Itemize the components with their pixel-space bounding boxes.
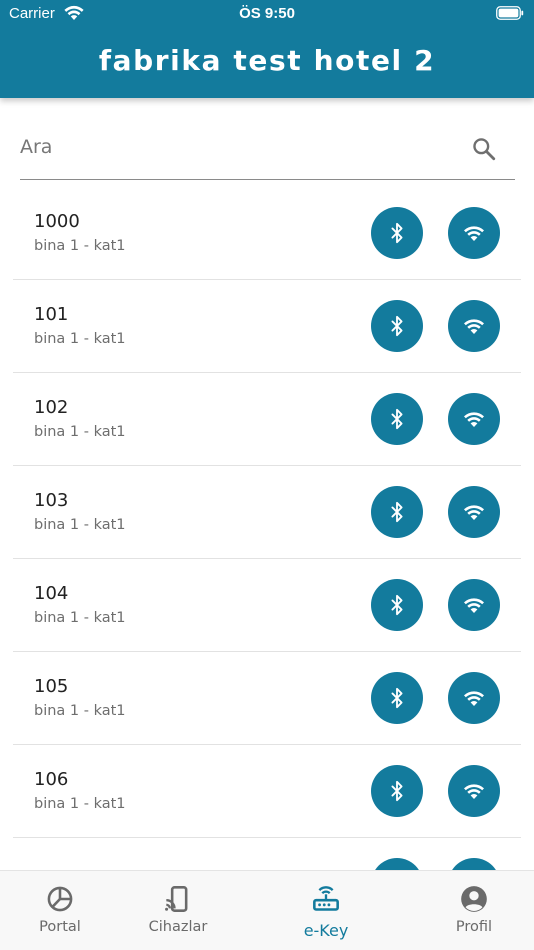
battery-icon <box>496 6 524 20</box>
wifi-icon <box>464 505 484 520</box>
search-bar <box>20 120 515 180</box>
nav-label-portal: Portal <box>39 919 81 935</box>
bluetooth-icon <box>391 687 403 709</box>
bluetooth-unlock-button[interactable] <box>371 486 423 538</box>
bluetooth-unlock-button[interactable] <box>371 207 423 259</box>
wifi-icon <box>464 598 484 613</box>
room-row[interactable]: 106 bina 1 - kat1 <box>13 745 521 838</box>
bluetooth-icon <box>391 315 403 337</box>
bluetooth-icon <box>391 501 403 523</box>
room-row[interactable] <box>13 838 521 870</box>
bluetooth-icon <box>391 594 403 616</box>
room-list: 1000 bina 1 - kat1 101 bina 1 - kat1 102… <box>13 187 521 870</box>
room-row[interactable]: 102 bina 1 - kat1 <box>13 373 521 466</box>
nav-item-portal[interactable]: Portal <box>5 871 115 950</box>
wifi-icon <box>464 412 484 427</box>
nav-item-cihazlar[interactable]: Cihazlar <box>123 871 233 950</box>
room-location: bina 1 - kat1 <box>34 238 126 254</box>
wifi-icon <box>464 691 484 706</box>
room-row[interactable]: 105 bina 1 - kat1 <box>13 652 521 745</box>
nav-label-profil: Profil <box>455 919 493 935</box>
nav-label-ekey: e-Key <box>303 921 349 940</box>
bluetooth-icon <box>391 222 403 244</box>
wifi-icon <box>464 319 484 334</box>
room-location: bina 1 - kat1 <box>34 703 126 719</box>
bluetooth-unlock-button[interactable] <box>371 765 423 817</box>
room-row[interactable]: 104 bina 1 - kat1 <box>13 559 521 652</box>
room-row[interactable]: 1000 bina 1 - kat1 <box>13 187 521 280</box>
search-input[interactable] <box>20 132 450 162</box>
status-time: ÖS 9:50 <box>239 5 295 22</box>
app-header: Carrier ÖS 9:50 fabrika test hotel 2 <box>0 0 534 98</box>
nav-item-profil[interactable]: Profil <box>419 871 529 950</box>
room-location: bina 1 - kat1 <box>34 796 126 812</box>
bluetooth-unlock-button[interactable] <box>371 393 423 445</box>
bluetooth-unlock-button[interactable] <box>371 672 423 724</box>
nav-label-cihazlar: Cihazlar <box>148 919 208 935</box>
bluetooth-unlock-button[interactable] <box>371 300 423 352</box>
room-number: 102 <box>34 397 69 418</box>
room-number: 105 <box>34 676 69 697</box>
wifi-unlock-button[interactable] <box>448 579 500 631</box>
bluetooth-unlock-button[interactable] <box>371 579 423 631</box>
bluetooth-unlock-button[interactable] <box>371 858 423 870</box>
room-number: 106 <box>34 769 69 790</box>
wifi-unlock-button[interactable] <box>448 486 500 538</box>
wifi-unlock-button[interactable] <box>448 765 500 817</box>
wifi-icon <box>464 226 484 241</box>
wifi-unlock-button[interactable] <box>448 858 500 870</box>
router-icon <box>313 886 339 911</box>
cast-device-icon <box>165 886 188 912</box>
wifi-unlock-button[interactable] <box>448 300 500 352</box>
nav-item-ekey[interactable]: e-Key <box>271 871 381 950</box>
room-number: 103 <box>34 490 69 511</box>
bluetooth-icon <box>391 408 403 430</box>
portal-icon <box>47 886 73 912</box>
page-title: fabrika test hotel 2 <box>98 44 436 77</box>
status-bar: Carrier ÖS 9:50 <box>0 0 534 28</box>
wifi-icon <box>464 784 484 799</box>
wifi-unlock-button[interactable] <box>448 207 500 259</box>
room-location: bina 1 - kat1 <box>34 517 126 533</box>
bluetooth-icon <box>391 780 403 802</box>
bottom-nav: Portal Cihazlar e-Key Profil <box>0 870 534 950</box>
room-number: 1000 <box>34 211 80 232</box>
wifi-unlock-button[interactable] <box>448 672 500 724</box>
profile-icon <box>461 886 487 912</box>
room-row[interactable]: 103 bina 1 - kat1 <box>13 466 521 559</box>
search-icon[interactable] <box>471 136 497 162</box>
wifi-unlock-button[interactable] <box>448 393 500 445</box>
room-location: bina 1 - kat1 <box>34 331 126 347</box>
room-number: 101 <box>34 304 69 325</box>
room-row[interactable]: 101 bina 1 - kat1 <box>13 280 521 373</box>
room-location: bina 1 - kat1 <box>34 424 126 440</box>
room-location: bina 1 - kat1 <box>34 610 126 626</box>
room-number: 104 <box>34 583 69 604</box>
